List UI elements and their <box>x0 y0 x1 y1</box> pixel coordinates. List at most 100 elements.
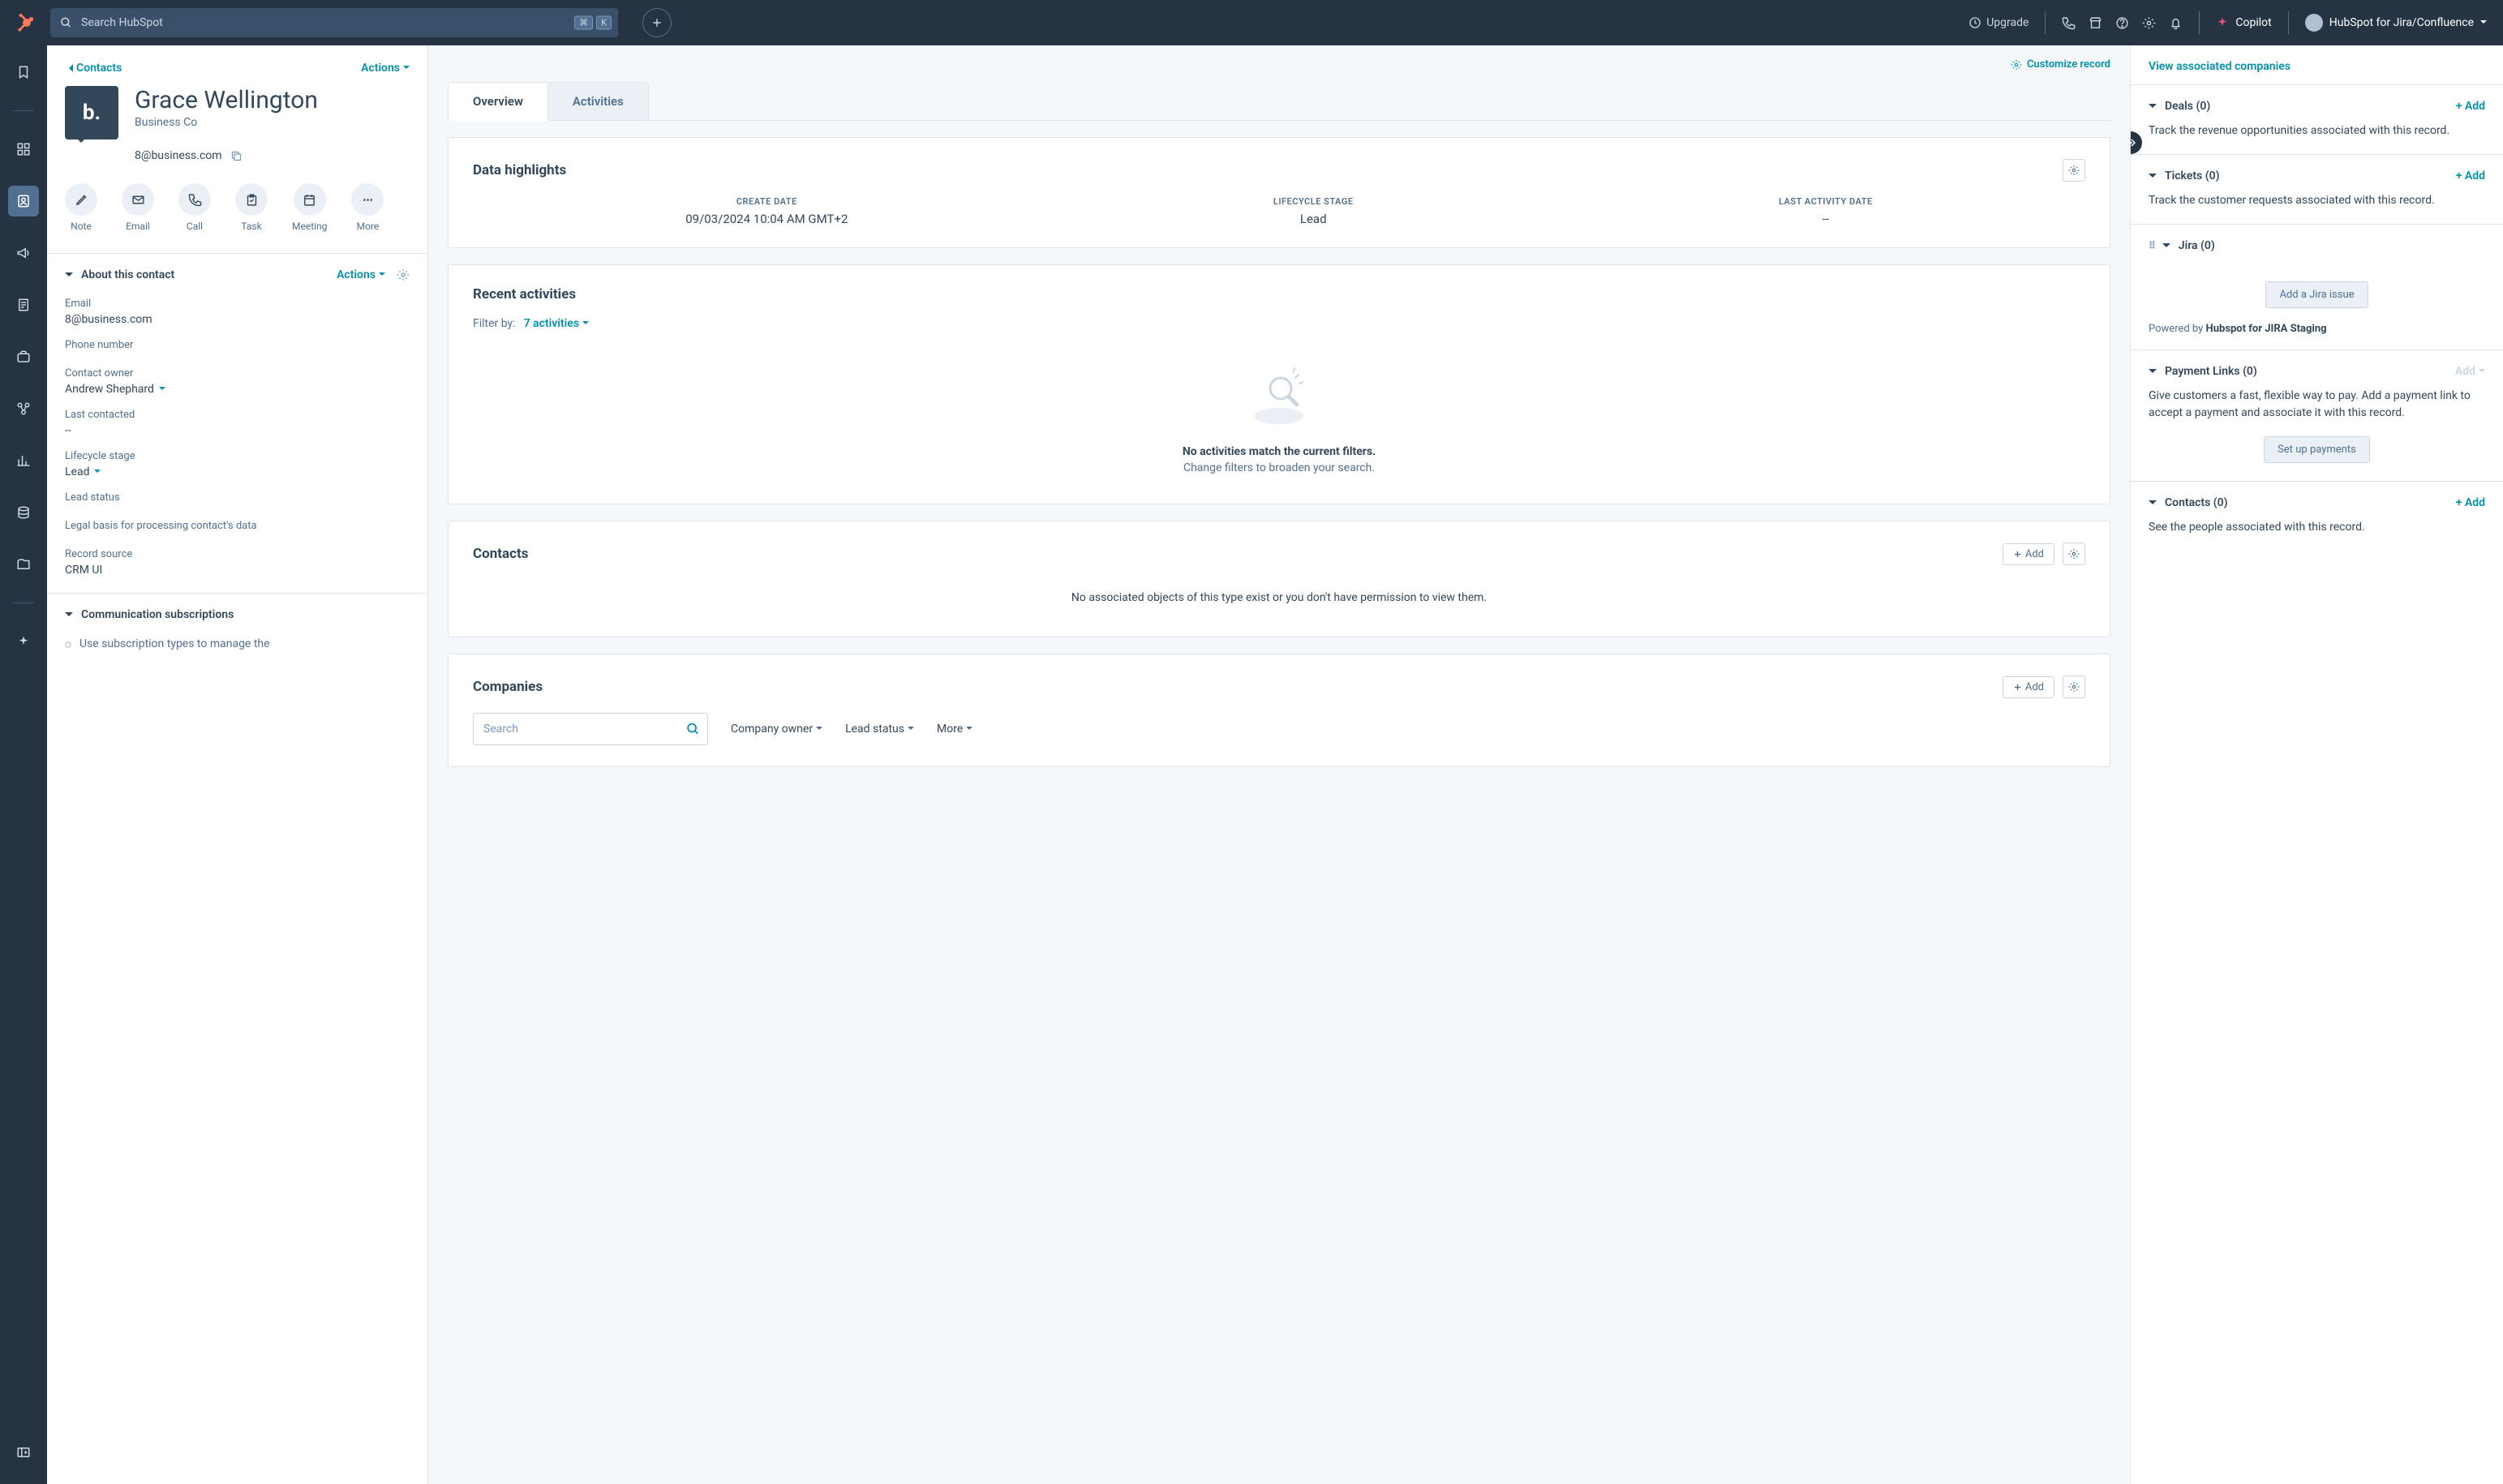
nav-data[interactable] <box>8 497 39 528</box>
record-tabs: Overview Activities <box>448 82 2110 121</box>
payment-body: Give customers a fast, flexible way to p… <box>2149 388 2485 422</box>
gear-icon[interactable] <box>2063 159 2085 182</box>
field-value: -- <box>65 424 410 437</box>
tickets-toggle[interactable]: Tickets (0) <box>2149 169 2219 182</box>
nav-automation[interactable] <box>8 393 39 424</box>
payment-toggle[interactable]: Payment Links (0) <box>2149 365 2257 378</box>
nav-marketing[interactable] <box>8 238 39 268</box>
company-search-input[interactable] <box>473 713 708 745</box>
about-toggle[interactable]: About this contact <box>65 268 174 281</box>
jira-toggle[interactable]: ⠿ Jira (0) <box>2149 239 2215 252</box>
drag-handle-icon[interactable]: ⠿ <box>2149 240 2154 251</box>
nav-ai[interactable] <box>8 626 39 657</box>
copilot-link[interactable]: Copilot <box>2216 16 2271 29</box>
nav-crm[interactable] <box>8 186 39 217</box>
chevron-down-icon <box>2479 369 2485 375</box>
card-title: Companies <box>473 679 543 695</box>
contact-avatar: b. <box>65 86 118 139</box>
marketplace-icon[interactable] <box>2089 16 2102 30</box>
more-action[interactable]: More <box>351 183 384 232</box>
call-icon <box>178 183 211 216</box>
nav-collapse[interactable] <box>8 1437 39 1468</box>
field-value[interactable]: 8@business.com <box>65 313 410 326</box>
sparkle-icon <box>2216 16 2229 29</box>
phone-icon[interactable] <box>2062 16 2076 30</box>
highlight-label: CREATE DATE <box>685 196 848 207</box>
contacts-assoc-card: Contacts Add No associated objects of th… <box>448 521 2110 637</box>
customize-record[interactable]: Customize record <box>2011 58 2110 71</box>
chevron-down-icon <box>2149 369 2157 377</box>
record-actions-dropdown[interactable]: Actions <box>361 62 410 75</box>
owner-dropdown[interactable]: Andrew Shephard <box>65 383 410 396</box>
add-jira-issue-button[interactable]: Add a Jira issue <box>2265 281 2368 308</box>
contacts-toggle[interactable]: Contacts (0) <box>2149 496 2228 509</box>
nav-content[interactable] <box>8 290 39 320</box>
task-action[interactable]: Task <box>235 183 268 232</box>
nav-bookmarks[interactable] <box>8 57 39 88</box>
tab-activities[interactable]: Activities <box>548 82 649 120</box>
lifecycle-dropdown[interactable]: Lead <box>65 465 410 478</box>
upgrade-link[interactable]: Upgrade <box>1968 16 2029 29</box>
workspace-switcher[interactable]: HubSpot for Jira/Confluence <box>2305 14 2487 32</box>
add-contact-assoc[interactable]: + Add <box>2456 496 2485 509</box>
search-icon <box>60 17 72 29</box>
contact-header: b. Grace Wellington Business Co <box>47 86 427 154</box>
notifications-icon[interactable] <box>2169 16 2183 30</box>
add-ticket[interactable]: + Add <box>2456 169 2485 182</box>
email-icon <box>122 183 154 216</box>
deals-body: Track the revenue opportunities associat… <box>2149 122 2485 139</box>
company-owner-filter[interactable]: Company owner <box>731 723 822 736</box>
settings-icon[interactable] <box>2142 16 2156 30</box>
filter-label: Lead status <box>845 723 904 736</box>
field-label: Record source <box>65 548 410 560</box>
gear-icon[interactable] <box>2063 676 2085 698</box>
add-deal[interactable]: + Add <box>2456 100 2485 113</box>
help-icon[interactable] <box>2115 16 2129 30</box>
search-icon[interactable] <box>686 723 700 736</box>
add-payment-link[interactable]: Add <box>2455 365 2485 378</box>
field-label: Last contacted <box>65 409 410 421</box>
lead-status-filter[interactable]: Lead status <box>845 723 914 736</box>
note-action[interactable]: Note <box>65 183 97 232</box>
field-label: Lifecycle stage <box>65 450 410 462</box>
add-company-button[interactable]: Add <box>2003 676 2054 698</box>
gear-icon[interactable] <box>397 268 410 281</box>
kbd-k: K <box>596 16 612 30</box>
hubspot-logo-icon[interactable] <box>16 12 37 33</box>
highlight-label: LIFECYCLE STAGE <box>1273 196 1354 207</box>
nav-library[interactable] <box>8 549 39 580</box>
call-action[interactable]: Call <box>178 183 211 232</box>
comsub-toggle[interactable]: Communication subscriptions <box>65 608 234 621</box>
add-contact-button[interactable]: Add <box>2003 543 2054 565</box>
payment-links-section: Payment Links (0) Add Give customers a f… <box>2131 350 2503 481</box>
create-button[interactable] <box>642 8 672 37</box>
note-icon <box>65 183 97 216</box>
chevron-down-icon <box>379 272 385 279</box>
tab-overview[interactable]: Overview <box>448 82 548 120</box>
contact-email: 8@business.com <box>135 149 222 162</box>
back-to-contacts[interactable]: Contacts <box>65 62 122 75</box>
chevron-left-icon <box>65 64 73 72</box>
chevron-down-icon <box>966 727 972 733</box>
view-companies-link[interactable]: View associated companies <box>2131 45 2503 84</box>
chevron-down-icon <box>2149 500 2157 508</box>
contacts-body: See the people associated with this reco… <box>2149 519 2485 536</box>
email-action[interactable]: Email <box>122 183 154 232</box>
gear-icon[interactable] <box>2063 543 2085 565</box>
nav-workspaces[interactable] <box>8 134 39 165</box>
more-filters[interactable]: More <box>937 723 972 736</box>
contact-name: Grace Wellington <box>135 86 318 114</box>
search-input[interactable] <box>50 8 618 37</box>
filter-dropdown[interactable]: 7 activities <box>524 317 589 330</box>
nav-commerce[interactable] <box>8 341 39 372</box>
more-label: More <box>357 221 380 232</box>
comsub-description: Use subscription types to manage the <box>47 629 427 658</box>
nav-reporting[interactable] <box>8 445 39 476</box>
setup-payments-button[interactable]: Set up payments <box>2264 436 2370 463</box>
meeting-action[interactable]: Meeting <box>292 183 327 232</box>
chevron-down-icon <box>2149 104 2157 112</box>
copy-icon[interactable] <box>230 150 243 162</box>
empty-illustration-icon <box>1247 366 1312 431</box>
deals-toggle[interactable]: Deals (0) <box>2149 100 2210 113</box>
about-actions-dropdown[interactable]: Actions <box>337 268 385 281</box>
